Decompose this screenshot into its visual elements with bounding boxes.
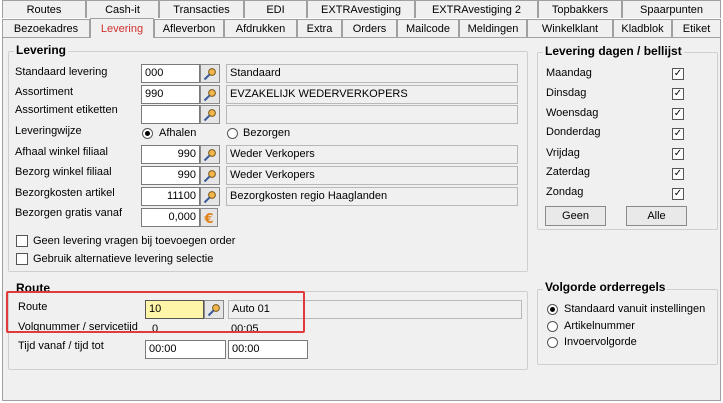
alle-button[interactable]: Alle — [626, 206, 687, 226]
tab-routes[interactable]: Routes — [2, 0, 86, 18]
volgorde-label-artikelnummer: Artikelnummer — [564, 320, 635, 332]
afhaal-label: Afhaal winkel filiaal — [15, 146, 108, 158]
standaard-levering-code-input[interactable]: 000 — [141, 64, 200, 83]
volgorde-title: Volgorde orderregels — [543, 280, 668, 294]
tab-spaarpunten[interactable]: Spaarpunten — [622, 0, 721, 18]
tab-mailcode[interactable]: Mailcode — [397, 19, 459, 37]
bezorgkosten-desc: Bezorgkosten regio Haaglanden — [226, 187, 518, 206]
standaard-levering-desc: Standaard — [226, 64, 518, 83]
volgorde-label-invoervolgorde: Invoervolgorde — [564, 336, 637, 348]
assortiment-code-input[interactable]: 990 — [141, 85, 200, 104]
standaard-levering-lookup-button[interactable] — [200, 64, 220, 83]
afhaal-code-input[interactable]: 990 — [141, 145, 200, 164]
geen-button[interactable]: Geen — [545, 206, 606, 226]
tab-meldingen[interactable]: Meldingen — [459, 19, 527, 37]
key-search-icon — [203, 148, 216, 161]
day-label-dinsdag: Dinsdag — [546, 87, 587, 99]
tab-winkelklant[interactable]: Winkelklant — [527, 19, 613, 37]
alternatieve-levering-label: Gebruik alternatieve levering selectie — [33, 253, 214, 265]
day-checkbox-maandag[interactable]: ✓ — [672, 68, 684, 80]
bezorgkosten-code-input[interactable]: 11100 — [141, 187, 200, 206]
key-search-icon — [203, 88, 216, 101]
day-checkbox-zaterdag[interactable]: ✓ — [672, 168, 684, 180]
day-checkbox-vrijdag[interactable]: ✓ — [672, 148, 684, 160]
tab-extra[interactable]: Extra — [297, 19, 342, 37]
day-checkbox-zondag[interactable]: ✓ — [672, 188, 684, 200]
afhaal-desc: Weder Verkopers — [226, 145, 518, 164]
tab-extravestiging-2[interactable]: EXTRAvestiging 2 — [415, 0, 538, 18]
tab-edi[interactable]: EDI — [244, 0, 307, 18]
highlight-callout — [6, 291, 305, 333]
standaard-levering-label: Standaard levering — [15, 66, 108, 78]
tijd-label: Tijd vanaf / tijd tot — [18, 340, 104, 352]
tijd-tot-input[interactable]: 00:00 — [228, 340, 308, 359]
day-checkbox-donderdag[interactable]: ✓ — [672, 128, 684, 140]
leveringwijze-label: Leveringwijze — [15, 125, 82, 137]
levering-dagen-title: Levering dagen / bellijst — [543, 44, 684, 58]
bezorgkosten-label: Bezorgkosten artikel — [15, 187, 115, 199]
afhalen-label: Afhalen — [159, 127, 197, 139]
svg-text:€: € — [203, 212, 213, 225]
volgorde-label-standaard: Standaard vanuit instellingen — [564, 303, 706, 315]
day-checkbox-dinsdag[interactable]: ✓ — [672, 88, 684, 100]
tab-cash-it[interactable]: Cash-it — [86, 0, 159, 18]
day-label-zaterdag: Zaterdag — [546, 166, 591, 178]
assortiment-etiketten-desc — [226, 105, 518, 124]
day-label-maandag: Maandag — [546, 67, 592, 79]
geen-levering-checkbox[interactable] — [16, 235, 28, 247]
tab-kladblok[interactable]: Kladblok — [613, 19, 672, 37]
tab-transacties[interactable]: Transacties — [159, 0, 244, 18]
volgorde-radio-artikelnummer[interactable] — [547, 321, 558, 332]
day-label-zondag: Zondag — [546, 186, 584, 198]
tab-levering[interactable]: Levering — [90, 18, 154, 38]
day-checkbox-woensdag[interactable]: ✓ — [672, 108, 684, 120]
day-label-vrijdag: Vrijdag — [546, 147, 580, 159]
assortiment-etiketten-label: Assortiment etiketten — [15, 104, 118, 116]
gratis-label: Bezorgen gratis vanaf — [15, 207, 123, 219]
key-search-icon — [203, 190, 216, 203]
tab-afleverbon[interactable]: Afleverbon — [154, 19, 224, 37]
bezorg-desc: Weder Verkopers — [226, 166, 518, 185]
afhalen-radio[interactable] — [142, 128, 153, 139]
assortiment-etiketten-code-input[interactable] — [141, 105, 200, 124]
key-search-icon — [203, 169, 216, 182]
assortiment-label: Assortiment — [15, 86, 74, 98]
tab-orders[interactable]: Orders — [342, 19, 397, 37]
euro-button[interactable]: € — [200, 208, 218, 227]
tijd-vanaf-input[interactable]: 00:00 — [145, 340, 226, 359]
day-label-donderdag: Donderdag — [546, 126, 601, 138]
assortiment-desc: EVZAKELIJK WEDERVERKOPERS — [226, 85, 518, 104]
tab-afdrukken[interactable]: Afdrukken — [224, 19, 297, 37]
bezorgen-radio[interactable] — [227, 128, 238, 139]
levering-group-title: Levering — [14, 43, 69, 57]
bezorg-lookup-button[interactable] — [200, 166, 220, 185]
bezorgen-label: Bezorgen — [243, 127, 291, 139]
key-search-icon — [203, 67, 216, 80]
assortiment-etiketten-lookup-button[interactable] — [200, 105, 220, 124]
tab-topbakkers[interactable]: Topbakkers — [538, 0, 622, 18]
alternatieve-levering-checkbox[interactable] — [16, 253, 28, 265]
bezorgkosten-lookup-button[interactable] — [200, 187, 220, 206]
assortiment-lookup-button[interactable] — [200, 85, 220, 104]
bezorg-label: Bezorg winkel filiaal — [15, 166, 112, 178]
tab-bezoekadres[interactable]: Bezoekadres — [2, 19, 90, 37]
key-search-icon — [203, 108, 216, 121]
day-label-woensdag: Woensdag — [546, 107, 599, 119]
volgorde-radio-standaard[interactable] — [547, 304, 558, 315]
tab-extravestiging[interactable]: EXTRAvestiging — [307, 0, 415, 18]
gratis-vanaf-input[interactable]: 0,000 — [141, 208, 200, 227]
euro-icon: € — [203, 212, 213, 225]
afhaal-lookup-button[interactable] — [200, 145, 220, 164]
bezorg-code-input[interactable]: 990 — [141, 166, 200, 185]
volgorde-radio-invoervolgorde[interactable] — [547, 337, 558, 348]
tab-etiket[interactable]: Etiket — [672, 19, 721, 37]
geen-levering-label: Geen levering vragen bij toevoegen order — [33, 235, 236, 247]
